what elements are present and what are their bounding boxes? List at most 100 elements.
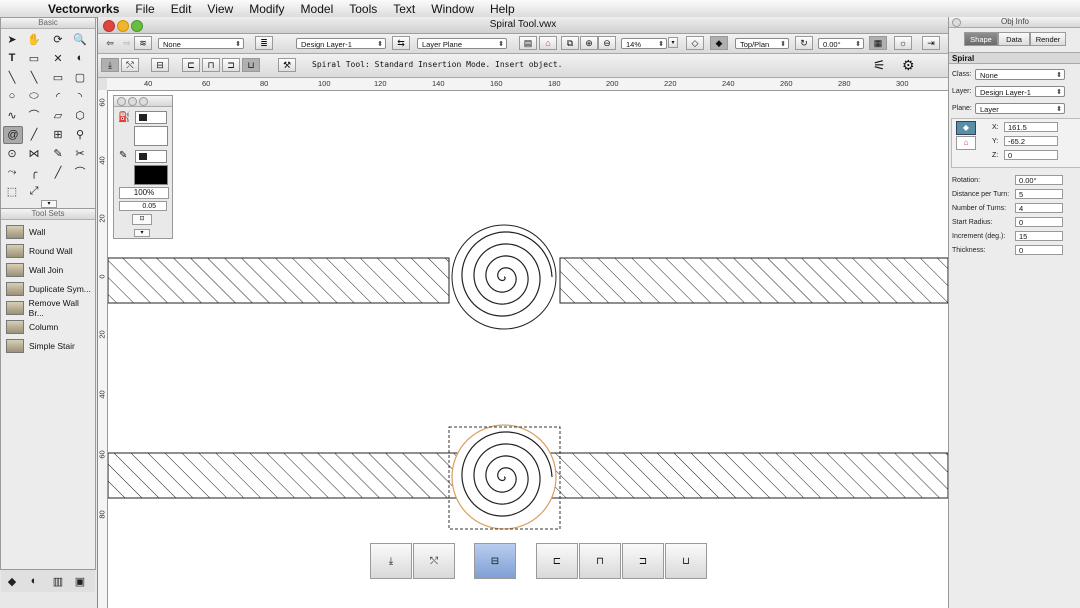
toolset-item-wall-join[interactable]: Wall Join [1,260,95,279]
menu-tools[interactable]: Tools [341,2,385,16]
opacity-field[interactable]: 100% [119,187,169,199]
circle-tool-icon[interactable]: ○ [3,88,21,104]
toolset-item-round-wall[interactable]: Round Wall [1,241,95,260]
zoom-out-icon[interactable]: ⊖ [598,36,616,50]
locus-tool-icon[interactable]: ╱ [25,126,43,142]
rotate-view-icon[interactable]: ↻ [795,36,813,50]
3d-locus-icon[interactable]: ⌂ [956,136,976,150]
zoom-tool-icon[interactable]: 🔍 [71,31,89,47]
toolset-tab-3d-icon[interactable]: ▣ [71,573,89,589]
arrowhead-icon[interactable]: ⊡ [132,214,152,225]
pen-style-dropdown[interactable] [135,150,167,163]
increment-field[interactable]: 15 [1015,231,1063,241]
wall-top-left[interactable] [108,257,450,304]
tab-render[interactable]: Render [1030,32,1066,46]
gear-icon[interactable]: ⚙ [902,57,915,74]
standard-view-dropdown[interactable]: Top/Plan [735,38,789,50]
plane-dropdown[interactable]: Layer [975,103,1065,115]
x-field[interactable]: 161.5 [1004,122,1058,132]
center-alignment-mode-icon[interactable]: ⊓ [202,58,220,72]
delete-tool-icon[interactable]: ✕ [49,50,67,66]
right-align-mode-icon[interactable]: ⊐ [622,543,664,579]
menu-help[interactable]: Help [482,2,523,16]
fill-color-preview[interactable] [134,126,168,146]
tool-preferences-icon[interactable]: ⚒ [278,58,296,72]
attributes-expand-chevron-icon[interactable]: ▾ [134,229,150,237]
active-class-dropdown[interactable]: None [158,38,244,50]
trim-tool-icon[interactable]: ✂ [71,145,89,161]
toolset-item-wall[interactable]: Wall [1,222,95,241]
flyover-tool-icon[interactable]: ⟳ [49,31,67,47]
rectangle-tool-icon[interactable]: ▭ [49,69,67,85]
offset-insertion-mode-icon[interactable]: ⊟ [474,543,516,579]
reshape-tool-icon[interactable]: ✎ [49,145,67,161]
menu-window[interactable]: Window [423,2,482,16]
eyedropper-tool-icon[interactable]: ⚲ [71,126,89,142]
wall-top-right[interactable] [559,257,948,304]
attributes-close-button[interactable] [117,97,126,106]
fillet-tool-icon[interactable]: ╭ [25,164,43,180]
attribute-mapping-tool-icon[interactable]: ◐ [71,50,89,66]
menu-app[interactable]: Vectorworks [40,2,127,16]
obj-info-close-button[interactable] [952,18,961,27]
offset-tool-icon[interactable]: ⤳ [3,164,21,180]
y-field[interactable]: -65.2 [1004,136,1058,146]
rotation-field[interactable]: 0.00° [1015,175,1063,185]
zoom-level-field[interactable]: 14% [621,38,667,50]
double-line-tool-icon[interactable]: ╲ [25,69,43,85]
sheet-icon[interactable]: ▤ [519,36,537,50]
text-tool-icon[interactable]: T [3,50,21,66]
saved-views-icon[interactable]: ⌂ [539,36,557,50]
menu-file[interactable]: File [127,2,162,16]
start-radius-field[interactable]: 0 [1015,217,1063,227]
off-center-mode-icon[interactable]: ⊔ [242,58,260,72]
symbol-insertion-mode-icon[interactable]: ⤲ [121,58,139,72]
toolset-item-remove-wall-break[interactable]: Remove Wall Br... [1,298,95,318]
arc-tool-icon[interactable]: ◜ [49,88,67,104]
render-mode-icon[interactable]: ◆ [710,36,728,50]
regular-polygon-tool-icon[interactable]: ⬡ [71,107,89,123]
selection-tool-icon[interactable]: ➤ [3,31,21,47]
insert-in-wall-mode-icon[interactable]: ⊟ [151,58,169,72]
toolset-item-simple-stair[interactable]: Simple Stair [1,336,95,355]
fill-style-dropdown[interactable] [135,111,167,124]
projection-icon[interactable]: ◇ [686,36,704,50]
polygon-tool-icon[interactable]: ▱ [49,107,67,123]
wall-insertion-mode-icon[interactable]: ⤲ [413,543,455,579]
class-dropdown[interactable]: None [975,69,1065,81]
chamfer-tool-icon[interactable]: ╱ [49,164,67,180]
right-alignment-mode-icon[interactable]: ⊐ [222,58,240,72]
toolset-tab-annotation-icon[interactable]: ◐ [25,573,43,589]
number-of-turns-field[interactable]: 4 [1015,203,1063,213]
toolset-item-duplicate-symbol[interactable]: Duplicate Sym... [1,279,95,298]
zoom-dropdown-chevron-icon[interactable]: ▾ [668,37,678,48]
spiral-tool-icon[interactable]: @ [3,126,23,144]
view-rotation-field[interactable]: 0.00° [818,38,864,50]
standard-insertion-mode-icon[interactable]: ⤓ [101,58,119,72]
plane-options-icon[interactable]: ⇆ [392,36,410,50]
menu-view[interactable]: View [199,2,241,16]
split-tool-icon[interactable]: ⌒ [71,164,89,180]
oval-tool-icon[interactable]: ⬭ [25,88,43,104]
2d-locus-icon[interactable]: ◆ [956,121,976,135]
snapping-icon[interactable]: ⚟ [873,57,886,74]
back-arrow-icon[interactable]: ⇦ [101,36,119,50]
toolset-item-column[interactable]: Column [1,317,95,336]
freehand-tool-icon[interactable]: ∿ [3,107,21,123]
callout-tool-icon[interactable]: ▭ [25,50,43,66]
active-plane-dropdown[interactable]: Layer Plane [417,38,507,50]
layer-dropdown[interactable]: Design Layer-1 [975,86,1065,98]
pan-tool-icon[interactable]: ✋ [25,31,43,47]
menu-edit[interactable]: Edit [163,2,200,16]
distance-per-turn-field[interactable]: 5 [1015,189,1063,199]
attributes-minimize-button[interactable] [128,97,137,106]
2d-symbol-tool-icon[interactable]: ⊞ [49,126,67,142]
working-plane-icon[interactable]: ▦ [869,36,887,50]
thickness-field[interactable]: 0 [1015,245,1063,255]
pen-color-preview[interactable] [134,165,168,185]
menu-modify[interactable]: Modify [241,2,292,16]
rounded-rectangle-tool-icon[interactable]: ▢ [71,69,89,85]
line-weight-dropdown[interactable]: 0.05 [119,201,167,211]
standard-mode-icon[interactable]: ⤓ [370,543,412,579]
center-align-mode-icon[interactable]: ⊓ [579,543,621,579]
